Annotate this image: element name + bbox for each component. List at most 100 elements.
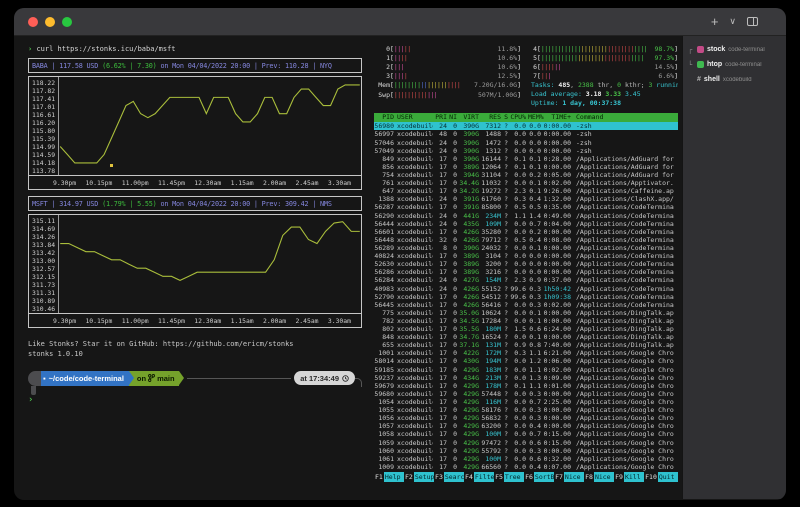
process-row[interactable]: 802xcodebuild17035.5G180M?1.50.66:24.00/… xyxy=(374,325,678,333)
process-row[interactable]: 1001xcodebuild170422G172M?0.31.16:21.00/… xyxy=(374,349,678,357)
tab-title: shell xyxy=(704,76,720,83)
process-row[interactable]: 56290xcodebuild240441G234M?1.11.40:49.00… xyxy=(374,212,678,220)
sidebar-tab-shell[interactable]: #shellxcodebuild xyxy=(688,72,781,87)
process-table-header[interactable]: PIDUSERPRINIVIRTRESSCPU%MEM%TIME+Command xyxy=(374,113,678,122)
process-row[interactable]: 56445xcodebuild170426G56416?0.00.30:02.0… xyxy=(374,301,678,309)
fnkey-f1[interactable]: F1 xyxy=(374,472,384,482)
fnkey-f6[interactable]: F6 xyxy=(524,472,534,482)
process-row[interactable]: 57049xcodebuild240390G1312?0.00.00:00.00… xyxy=(374,147,678,155)
sidebar-tab-stock[interactable]: ┌stockcode-terminal xyxy=(688,42,781,57)
close-window-button[interactable] xyxy=(28,17,38,27)
process-row[interactable]: 56980xcodebuild240390G7312?0.00.00:00.00… xyxy=(374,122,678,130)
fnkey-f7[interactable]: F7 xyxy=(554,472,564,482)
process-row[interactable]: 59185xcodebuild170429G183M?0.01.10:02.00… xyxy=(374,366,678,374)
prompt-input-arrow[interactable]: › xyxy=(28,395,362,406)
process-row[interactable]: 57046xcodebuild240390G1472?0.00.00:00.00… xyxy=(374,139,678,147)
column-header-res[interactable]: RES xyxy=(481,113,501,122)
fnkey-f1-label[interactable]: Help xyxy=(384,472,404,482)
column-header-ni[interactable]: NI xyxy=(449,113,457,122)
new-tab-icon[interactable]: + xyxy=(711,15,719,28)
process-row[interactable]: 1061xcodebuild170429G100M?0.00.60:32.00/… xyxy=(374,455,678,463)
maximize-window-button[interactable] xyxy=(62,17,72,27)
process-row[interactable]: 1057xcodebuild170429G63200?0.00.40:00.00… xyxy=(374,422,678,430)
process-row[interactable]: 1054xcodebuild170429G116M?0.00.72:25.00/… xyxy=(374,398,678,406)
fnkey-f9-label[interactable]: Kill xyxy=(624,472,644,482)
fnkey-f10-label[interactable]: Quit xyxy=(658,472,678,482)
column-header-pri[interactable]: PRI xyxy=(435,113,447,122)
fnkey-f5[interactable]: F5 xyxy=(494,472,504,482)
fnkey-f10[interactable]: F10 xyxy=(644,472,658,482)
process-row[interactable]: 59237xcodebuild170434G213M?0.01.30:09.00… xyxy=(374,374,678,382)
stonks-terminal-pane: › curl https://stonks.icu/baba/msft BABA… xyxy=(14,36,370,499)
column-header-mem[interactable]: MEM% xyxy=(528,113,541,122)
process-row[interactable]: 40824xcodebuild170389G3104?0.00.00:00.00… xyxy=(374,252,678,260)
process-row[interactable]: 1388xcodebuild240391G61760?0.30.41:32.00… xyxy=(374,195,678,203)
process-row[interactable]: 52630xcodebuild170389G3200?0.00.00:00.00… xyxy=(374,260,678,268)
column-header-cpu[interactable]: CPU% xyxy=(510,113,526,122)
process-row[interactable]: 56997xcodebuild480390G1488?0.00.00:00.00… xyxy=(374,130,678,138)
process-row[interactable]: 40983xcodebuild240426G55152?99.60.31h50:… xyxy=(374,285,678,293)
process-row[interactable]: 56289xcodebuild80390G24032?0.00.10:00.00… xyxy=(374,244,678,252)
process-row[interactable]: 56601xcodebuild170426G35280?0.00.20:00.0… xyxy=(374,228,678,236)
column-header-command[interactable]: Command xyxy=(573,113,678,122)
fnkey-f3[interactable]: F3 xyxy=(434,472,444,482)
fnkey-f6-label[interactable]: SortBy xyxy=(534,472,554,482)
column-header-virt[interactable]: VIRT xyxy=(459,113,479,122)
process-row[interactable]: 59680xcodebuild170429G57448?0.00.30:00.0… xyxy=(374,390,678,398)
process-row[interactable]: 782xcodebuild17034.5G17284?0.00.10:00.00… xyxy=(374,317,678,325)
fnkey-f7-label[interactable]: Nice - xyxy=(564,472,584,482)
process-row[interactable]: 775xcodebuild17035.0G10624?0.00.10:00.00… xyxy=(374,309,678,317)
process-row[interactable]: 56448xcodebuild320426G79712?0.50.40:08.0… xyxy=(374,236,678,244)
process-row[interactable]: 848xcodebuild17034.7G16524?0.00.10:00.00… xyxy=(374,333,678,341)
process-row[interactable]: 1055xcodebuild170429G58176?0.00.30:00.00… xyxy=(374,406,678,414)
meters-left-column: 0[|||||11.8%]1[||||10.6%]2[|||10.6%]3[||… xyxy=(374,44,521,108)
fnkey-f2-label[interactable]: Setup xyxy=(414,472,434,482)
shell-prompt: ▪ ~/code/code-terminal on main xyxy=(28,370,362,386)
column-header-pid[interactable]: PID xyxy=(374,113,394,122)
column-header-s[interactable]: S xyxy=(503,113,508,122)
fnkey-f8-label[interactable]: Nice + xyxy=(594,472,614,482)
stonks-footer: Like Stonks? Star it on GitHub: https://… xyxy=(28,339,362,359)
process-row[interactable]: 56286xcodebuild170389G3216?0.00.00:00.00… xyxy=(374,268,678,276)
minimize-window-button[interactable] xyxy=(45,17,55,27)
y-axis-label: 311.73 xyxy=(32,281,56,289)
process-row[interactable]: 1058xcodebuild170429G100M?0.00.70:15.00/… xyxy=(374,430,678,438)
fnkey-f3-label[interactable]: Search xyxy=(444,472,464,482)
process-row[interactable]: 761xcodebuild17034.4G11032?0.00.10:02.00… xyxy=(374,179,678,187)
process-row[interactable]: 58014xcodebuild170430G194M?0.01.20:06.00… xyxy=(374,357,678,365)
process-row[interactable]: 849xcodebuild170390G16144?0.10.10:28.00/… xyxy=(374,155,678,163)
process-row[interactable]: 56287xcodebuild170391G85800?0.50.50:35.0… xyxy=(374,203,678,211)
fnkey-f2[interactable]: F2 xyxy=(404,472,414,482)
y-axis-label: 115.80 xyxy=(32,127,56,135)
process-row[interactable]: 1060xcodebuild170429G55792?0.00.30:00.00… xyxy=(374,447,678,455)
price-chart-msft: 315.11314.69314.26313.84313.42313.00312.… xyxy=(28,214,362,328)
fnkey-f4[interactable]: F4 xyxy=(464,472,474,482)
y-axis-label: 312.15 xyxy=(32,273,56,281)
cpu-0-meter: 0[|||||11.8%] xyxy=(374,44,521,53)
tab-title: htop xyxy=(707,61,722,68)
tab-subtitle: xcodebuild xyxy=(723,77,752,83)
process-row[interactable]: 754xcodebuild170394G31104?0.00.20:05.00/… xyxy=(374,171,678,179)
fnkey-f5-label[interactable]: Tree xyxy=(504,472,524,482)
process-row[interactable]: 52790xcodebuild170426G54512?99.60.31h09:… xyxy=(374,293,678,301)
process-row[interactable]: 1009xcodebuild170429G66560?0.00.40:07.00… xyxy=(374,463,678,471)
column-header-time[interactable]: TIME+ xyxy=(543,113,571,122)
process-row[interactable]: 56444xcodebuild240435G109M?0.00.70:04.00… xyxy=(374,220,678,228)
process-row[interactable]: 1059xcodebuild170429G97472?0.00.60:15.00… xyxy=(374,439,678,447)
chart-title-baba: BABA | 117.58 USD (6.62% | 7.30) on Mon … xyxy=(28,58,362,73)
split-pane-icon[interactable] xyxy=(747,17,758,26)
process-row[interactable]: 856xcodebuild170389G12064?0.10.10:00.00/… xyxy=(374,163,678,171)
sidebar-tab-htop[interactable]: └htopcode-terminal xyxy=(688,57,781,72)
process-row[interactable]: 655xcodebuild17037.1G131M?0.90.87:40.00/… xyxy=(374,341,678,349)
fnkey-f4-label[interactable]: Filter xyxy=(474,472,494,482)
column-header-user[interactable]: USER xyxy=(394,113,433,122)
process-row[interactable]: 647xcodebuild17034.2G19272?2.30.19:26.00… xyxy=(374,187,678,195)
process-row[interactable]: 1056xcodebuild170429G56832?0.00.30:00.00… xyxy=(374,414,678,422)
process-row[interactable]: 59679xcodebuild170429G178M?0.11.10:01.00… xyxy=(374,382,678,390)
chevron-down-icon[interactable]: ∨ xyxy=(729,17,736,26)
process-row[interactable]: 56284xcodebuild240427G154M?2.30.90:37.00… xyxy=(374,276,678,284)
fnkey-f8[interactable]: F8 xyxy=(584,472,594,482)
y-axis-label: 115.39 xyxy=(32,135,56,143)
fnkey-f9[interactable]: F9 xyxy=(614,472,624,482)
load-average: Load average: 3.18 3.33 3.45 xyxy=(531,90,678,99)
